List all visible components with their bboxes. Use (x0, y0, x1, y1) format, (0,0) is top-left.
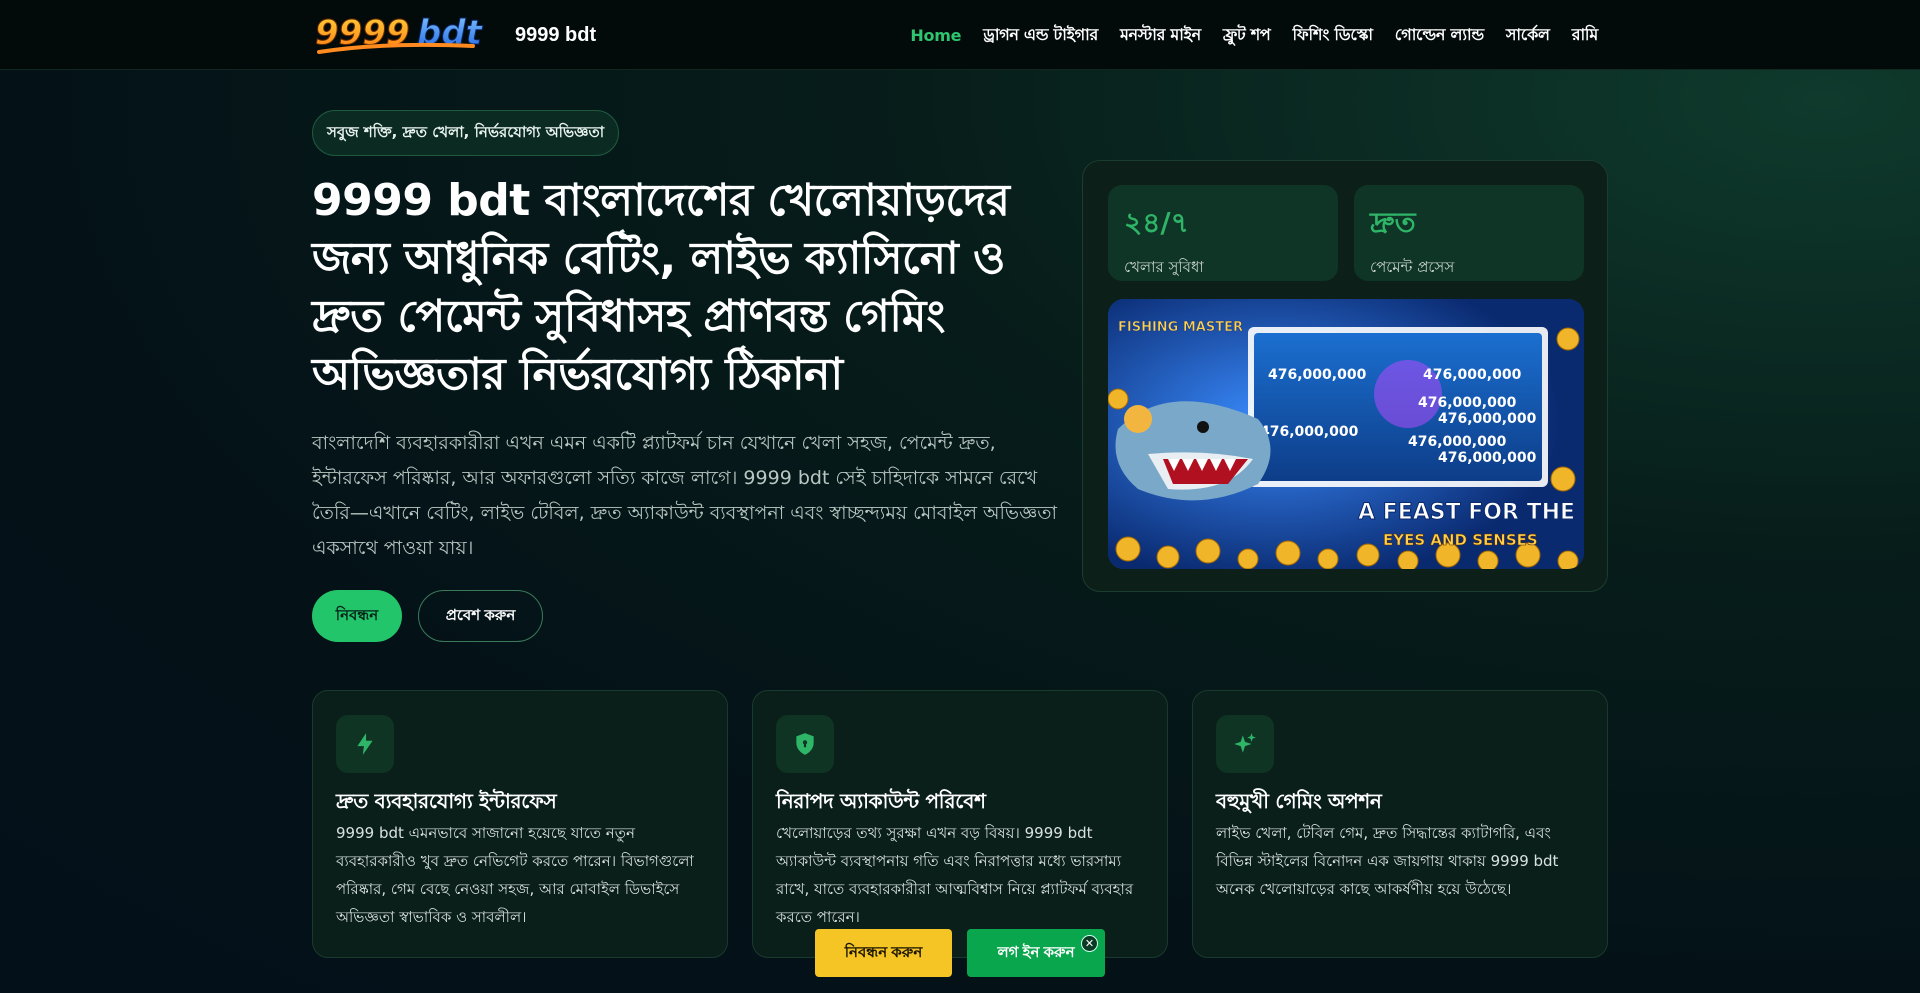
feature-description: খেলোয়াড়ের তথ্য সুরক্ষা এখন বড় বিষয়। … (776, 824, 1134, 926)
floating-register-button[interactable]: নিবন্ধন করুন (815, 929, 952, 977)
nav-monster-mine[interactable]: মনস্টার মাইন (1120, 22, 1201, 49)
feature-description: 9999 bdt এমনভাবে সাজানো হয়েছে যাতে নতুন… (336, 824, 694, 926)
stat-label: পেমেন্ট প্রসেস (1370, 258, 1455, 276)
banner-number: 476,000,000 (1438, 411, 1537, 427)
banner-tagline-2: EYES AND SENSES (1383, 531, 1538, 549)
hero-card: ২৪/৭ খেলার সুবিধা দ্রুত পেমেন্ট প্রসেস 4… (1082, 160, 1608, 592)
feature-card-interface: দ্রুত ব্যবহারযোগ্য ইন্টারফেস 9999 bdt এম… (312, 690, 728, 958)
banner-number: 476,000,000 (1423, 367, 1522, 383)
nav-golden-land[interactable]: গোল্ডেন ল্যান্ড (1395, 22, 1484, 49)
hero-title: 9999 bdt বাংলাদেশের খেলোয়াড়দের জন্য আধ… (312, 175, 1010, 400)
banner-number: 476,000,000 (1438, 450, 1537, 466)
brand-name: 9999 bdt (515, 23, 597, 46)
feature-description: লাইভ খেলা, টেবিল গেম, দ্রুত সিদ্ধান্তের … (1216, 824, 1559, 898)
nav-circle[interactable]: সার্কেল (1506, 22, 1550, 49)
lightning-icon (336, 715, 394, 773)
stat-label: খেলার সুবিধা (1124, 258, 1204, 276)
banner-number: 476,000,000 (1260, 424, 1359, 440)
feature-title: নিরাপদ অ্যাকাউন্ট পরিবেশ (776, 789, 986, 813)
stat-availability: ২৪/৭ খেলার সুবিধা (1108, 185, 1338, 281)
banner-tagline-1: A FEAST FOR THE (1358, 500, 1575, 525)
hero-tagline-pill: সবুজ শক্তি, দ্রুত খেলা, নির্ভরযোগ্য অভিজ… (312, 110, 620, 156)
nav-home[interactable]: Home (910, 26, 961, 45)
stat-value: দ্রুত (1370, 206, 1416, 239)
shield-icon (776, 715, 834, 773)
nav-fishing-disco[interactable]: ফিশিং ডিস্কো (1292, 22, 1373, 49)
banner-number: 476,000,000 (1408, 434, 1507, 450)
banner-number: 476,000,000 (1418, 395, 1517, 411)
site-header: 9999 bdt 9999 bdt Home ড্রাগন এন্ড টাইগা… (0, 0, 1920, 70)
stat-payment: দ্রুত পেমেন্ট প্রসেস (1354, 185, 1584, 281)
hero-description: বাংলাদেশি ব্যবহারকারীরা এখন এমন একটি প্ল… (312, 432, 1058, 559)
banner-logo: FISHING MASTER (1118, 320, 1243, 335)
main-nav: Home ড্রাগন এন্ড টাইগার মনস্টার মাইন ফ্র… (910, 0, 1598, 70)
banner-number: 476,000,000 (1268, 367, 1367, 383)
register-button[interactable]: নিবন্ধন (312, 590, 402, 642)
site-logo[interactable]: 9999 bdt (313, 12, 503, 58)
nav-fruit-shop[interactable]: ফ্রুট শপ (1223, 22, 1271, 49)
feature-card-games: বহুমুখী গেমিং অপশন লাইভ খেলা, টেবিল গেম,… (1192, 690, 1608, 958)
nav-rummy[interactable]: রামি (1572, 22, 1599, 49)
feature-title: দ্রুত ব্যবহারযোগ্য ইন্টারফেস (336, 789, 557, 813)
login-button[interactable]: প্রবেশ করুন (418, 590, 543, 642)
brand[interactable]: 9999 bdt 9999 bdt (313, 10, 596, 60)
close-icon[interactable]: ✕ (1081, 935, 1098, 952)
fishing-master-banner[interactable]: 476,000,000 476,000,000 476,000,000 476,… (1108, 299, 1584, 569)
stat-value: ২৪/৭ (1124, 206, 1189, 239)
sparkle-icon (1216, 715, 1274, 773)
feature-title: বহুমুখী গেমিং অপশন (1216, 789, 1382, 813)
feature-card-security: নিরাপদ অ্যাকাউন্ট পরিবেশ খেলোয়াড়ের তথ্… (752, 690, 1168, 958)
nav-dragon-tiger[interactable]: ড্রাগন এন্ড টাইগার (983, 22, 1098, 49)
